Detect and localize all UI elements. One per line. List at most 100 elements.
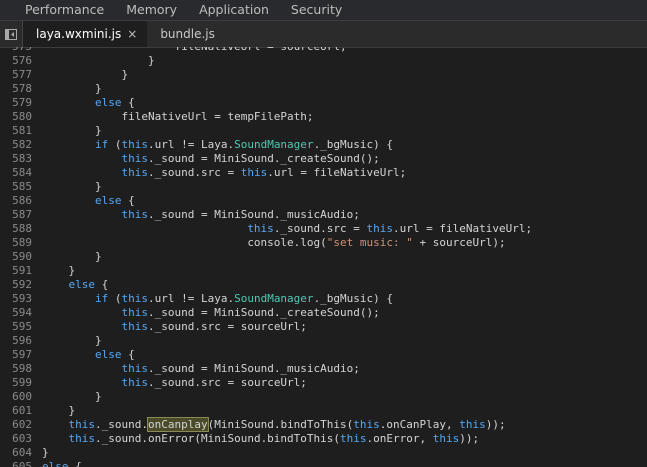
line-number[interactable]: 578: [0, 82, 32, 96]
line-number[interactable]: 599: [0, 376, 32, 390]
panel-tab-memory[interactable]: Memory: [115, 0, 188, 20]
line-number[interactable]: 587: [0, 208, 32, 222]
code-token: ._sound.src =: [147, 166, 241, 179]
code-text: this._sound.onCanplay(MiniSound.bindToTh…: [32, 417, 506, 432]
line-number[interactable]: 595: [0, 320, 32, 334]
code-token: else: [94, 348, 122, 361]
code-token: if: [94, 292, 109, 305]
code-text: this._sound.onError(MiniSound.bindToThis…: [32, 432, 480, 446]
line-number[interactable]: 589: [0, 236, 32, 250]
line-number[interactable]: 586: [0, 194, 32, 208]
code-line: 580 fileNativeUrl = tempFilePath;: [0, 110, 647, 124]
line-number[interactable]: 601: [0, 404, 32, 418]
code-token: SoundManager: [234, 138, 314, 151]
panel-tab-security[interactable]: Security: [280, 0, 353, 20]
code-line: 579 else {: [0, 96, 647, 110]
code-line: 597 else {: [0, 348, 647, 362]
line-number[interactable]: 605: [0, 460, 32, 467]
code-text: }: [32, 54, 155, 68]
code-token: "set music: ": [326, 236, 413, 249]
close-icon[interactable]: ×: [127, 27, 137, 41]
code-token: this: [68, 432, 96, 445]
code-line: 598 this._sound = MiniSound._musicAudio;: [0, 362, 647, 376]
line-number[interactable]: 591: [0, 264, 32, 278]
code-token: }: [94, 124, 102, 137]
code-token: .url != Laya.: [147, 292, 235, 305]
line-number[interactable]: 594: [0, 306, 32, 320]
line-number[interactable]: 577: [0, 68, 32, 82]
code-token: ._sound = MiniSound._musicAudio;: [147, 362, 360, 375]
code-token: ._sound = MiniSound._createSound();: [147, 306, 380, 319]
line-number[interactable]: 580: [0, 110, 32, 124]
code-text: if (this.url != Laya.SoundManager._bgMus…: [32, 138, 393, 152]
line-number[interactable]: 603: [0, 432, 32, 446]
code-editor[interactable]: 575 fileNativeUrl = sourceUrl;576 }577 }…: [0, 47, 647, 467]
line-number[interactable]: 583: [0, 152, 32, 166]
sidebar-toggle-icon[interactable]: [0, 21, 23, 47]
code-token: {: [121, 348, 135, 361]
code-text: else {: [32, 96, 135, 110]
code-text: this._sound = MiniSound._musicAudio;: [32, 208, 359, 222]
line-number[interactable]: 602: [0, 418, 32, 432]
code-token: ));: [485, 418, 506, 431]
code-line: 590 }: [0, 250, 647, 264]
line-number[interactable]: 582: [0, 138, 32, 152]
line-number[interactable]: 590: [0, 250, 32, 264]
line-number[interactable]: 600: [0, 390, 32, 404]
code-token: SoundManager: [234, 292, 314, 305]
line-number[interactable]: 584: [0, 166, 32, 180]
line-number[interactable]: 596: [0, 334, 32, 348]
line-number[interactable]: 593: [0, 292, 32, 306]
code-text: this._sound.src = sourceUrl;: [32, 320, 306, 334]
code-token: .url != Laya.: [147, 138, 235, 151]
line-number[interactable]: 585: [0, 180, 32, 194]
editor-tab-bar: laya.wxmini.js × bundle.js: [0, 21, 647, 48]
code-lines: 575 fileNativeUrl = sourceUrl;576 }577 }…: [0, 47, 647, 467]
line-number[interactable]: 575: [0, 47, 32, 54]
code-token: (: [108, 138, 122, 151]
search-highlight-token: onCanplay: [146, 417, 209, 432]
code-token: .onCanPlay,: [379, 418, 460, 431]
code-line: 594 this._sound = MiniSound._createSound…: [0, 306, 647, 320]
code-token: this: [121, 138, 148, 151]
code-text: }: [32, 82, 102, 96]
code-line: 601 }: [0, 404, 647, 418]
panel-tab-application[interactable]: Application: [188, 0, 280, 20]
code-text: }: [32, 180, 102, 194]
code-text: }: [32, 250, 102, 264]
line-number[interactable]: 597: [0, 348, 32, 362]
code-token: {: [95, 278, 109, 291]
code-token: this: [121, 292, 148, 305]
line-number[interactable]: 579: [0, 96, 32, 110]
code-text: else {: [32, 460, 82, 467]
code-token: this: [340, 432, 367, 445]
panel-tab-performance[interactable]: Performance: [0, 0, 115, 20]
code-text: else {: [32, 348, 135, 362]
line-number[interactable]: 598: [0, 362, 32, 376]
code-token: }: [94, 250, 102, 263]
line-number[interactable]: 592: [0, 278, 32, 292]
code-token: }: [94, 82, 102, 95]
line-number[interactable]: 588: [0, 222, 32, 236]
code-token: ._bgMusic) {: [313, 292, 394, 305]
code-token: }: [68, 404, 76, 417]
code-line: 575 fileNativeUrl = sourceUrl;: [0, 47, 647, 54]
tab-bundle-js[interactable]: bundle.js: [147, 21, 225, 47]
code-token: + sourceUrl);: [412, 236, 506, 249]
code-line: 587 this._sound = MiniSound._musicAudio;: [0, 208, 647, 222]
tab-laya-wxmini-js[interactable]: laya.wxmini.js ×: [23, 21, 148, 47]
code-token: this: [121, 306, 148, 319]
line-number[interactable]: 604: [0, 446, 32, 460]
code-text: this._sound.src = sourceUrl;: [32, 376, 306, 390]
code-token: }: [94, 180, 102, 193]
line-number[interactable]: 581: [0, 124, 32, 138]
code-line: 586 else {: [0, 194, 647, 208]
code-token: this: [121, 376, 148, 389]
devtools-panel-tabs: Performance Memory Application Security: [0, 0, 647, 21]
code-token: fileNativeUrl = tempFilePath;: [121, 110, 314, 123]
code-token: (: [108, 292, 122, 305]
line-number[interactable]: 576: [0, 54, 32, 68]
code-line: 582 if (this.url != Laya.SoundManager._b…: [0, 138, 647, 152]
code-token: }: [68, 264, 76, 277]
code-token: {: [121, 194, 135, 207]
